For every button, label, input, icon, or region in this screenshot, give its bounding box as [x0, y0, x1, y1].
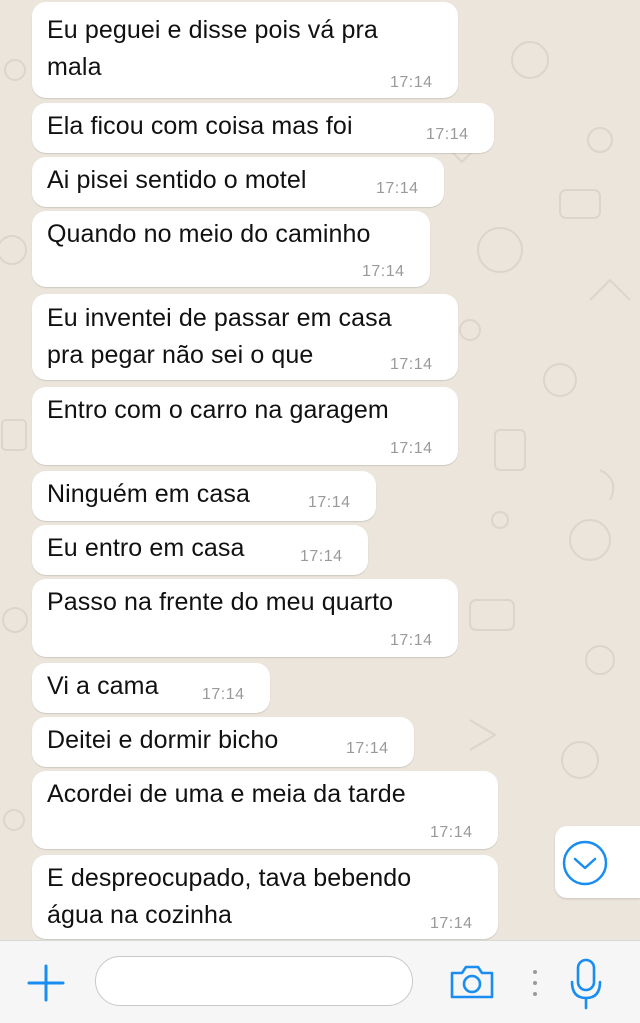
message-time: 17:14: [430, 915, 473, 932]
message-bubble: Ai pisei sentido o motel 17:14: [32, 157, 444, 207]
message-text: Eu peguei e disse pois vá pra mala: [47, 12, 378, 86]
chevron-down-icon: [562, 840, 608, 886]
message-bubble: Eu entro em casa 17:14: [32, 525, 368, 575]
message-time: 17:14: [426, 126, 469, 143]
message-text: Entro com o carro na garagem: [47, 396, 389, 424]
message-time: 17:14: [362, 263, 405, 280]
message-bubble: Passo na frente do meu quarto 17:14: [32, 579, 458, 657]
message-bubble: Eu inventei de passar em casa pra pegar …: [32, 294, 458, 380]
message-text-line: água na cozinha: [47, 901, 232, 929]
message-time: 17:14: [430, 824, 473, 841]
message-time: 17:14: [390, 632, 433, 649]
plus-icon[interactable]: [26, 963, 66, 1003]
microphone-icon[interactable]: [568, 958, 604, 1010]
message-text: Deitei e dormir bicho: [47, 726, 279, 754]
message-text: Eu entro em casa: [47, 534, 245, 562]
message-time: 17:14: [308, 494, 351, 511]
camera-icon[interactable]: [448, 963, 496, 1001]
scroll-to-bottom-button[interactable]: [555, 826, 640, 898]
message-list[interactable]: Eu peguei e disse pois vá pra mala 17:14…: [0, 0, 640, 940]
message-bubble: Eu peguei e disse pois vá pra mala 17:14: [32, 2, 458, 98]
message-time: 17:14: [346, 740, 389, 757]
message-text-line: Eu inventei de passar em casa: [47, 304, 392, 332]
message-text: Acordei de uma e meia da tarde: [47, 780, 406, 808]
message-text: Quando no meio do caminho: [47, 220, 371, 248]
message-input-bar: [0, 940, 640, 1023]
message-input[interactable]: [95, 956, 413, 1006]
message-time: 17:14: [390, 74, 433, 91]
message-time: 17:14: [390, 440, 433, 457]
message-text: Ela ficou com coisa mas foi: [47, 112, 353, 140]
message-time: 17:14: [300, 548, 343, 565]
message-bubble: Ninguém em casa 17:14: [32, 471, 376, 521]
message-time: 17:14: [390, 356, 433, 373]
message-bubble: Entro com o carro na garagem 17:14: [32, 387, 458, 465]
message-text-line: mala: [47, 53, 102, 81]
message-bubble: E despreocupado, tava bebendo água na co…: [32, 855, 498, 939]
message-time: 17:14: [202, 686, 245, 703]
message-text: Vi a cama: [47, 672, 159, 700]
message-text: Passo na frente do meu quarto: [47, 588, 394, 616]
message-bubble: Deitei e dormir bicho 17:14: [32, 717, 414, 767]
dots-icon: [533, 970, 537, 996]
message-text-line: E despreocupado, tava bebendo: [47, 864, 412, 892]
message-text-line: Eu peguei e disse pois vá pra: [47, 16, 378, 44]
message-text: E despreocupado, tava bebendo água na co…: [47, 860, 411, 934]
message-bubble: Quando no meio do caminho 17:14: [32, 211, 430, 287]
message-text: Eu inventei de passar em casa pra pegar …: [47, 300, 392, 374]
message-bubble: Ela ficou com coisa mas foi 17:14: [32, 103, 494, 153]
message-bubble: Acordei de uma e meia da tarde 17:14: [32, 771, 498, 849]
message-bubble: Vi a cama 17:14: [32, 663, 270, 713]
message-time: 17:14: [376, 180, 419, 197]
message-text-line: pra pegar não sei o que: [47, 341, 314, 369]
message-text: Ninguém em casa: [47, 480, 250, 508]
message-text: Ai pisei sentido o motel: [47, 166, 307, 194]
